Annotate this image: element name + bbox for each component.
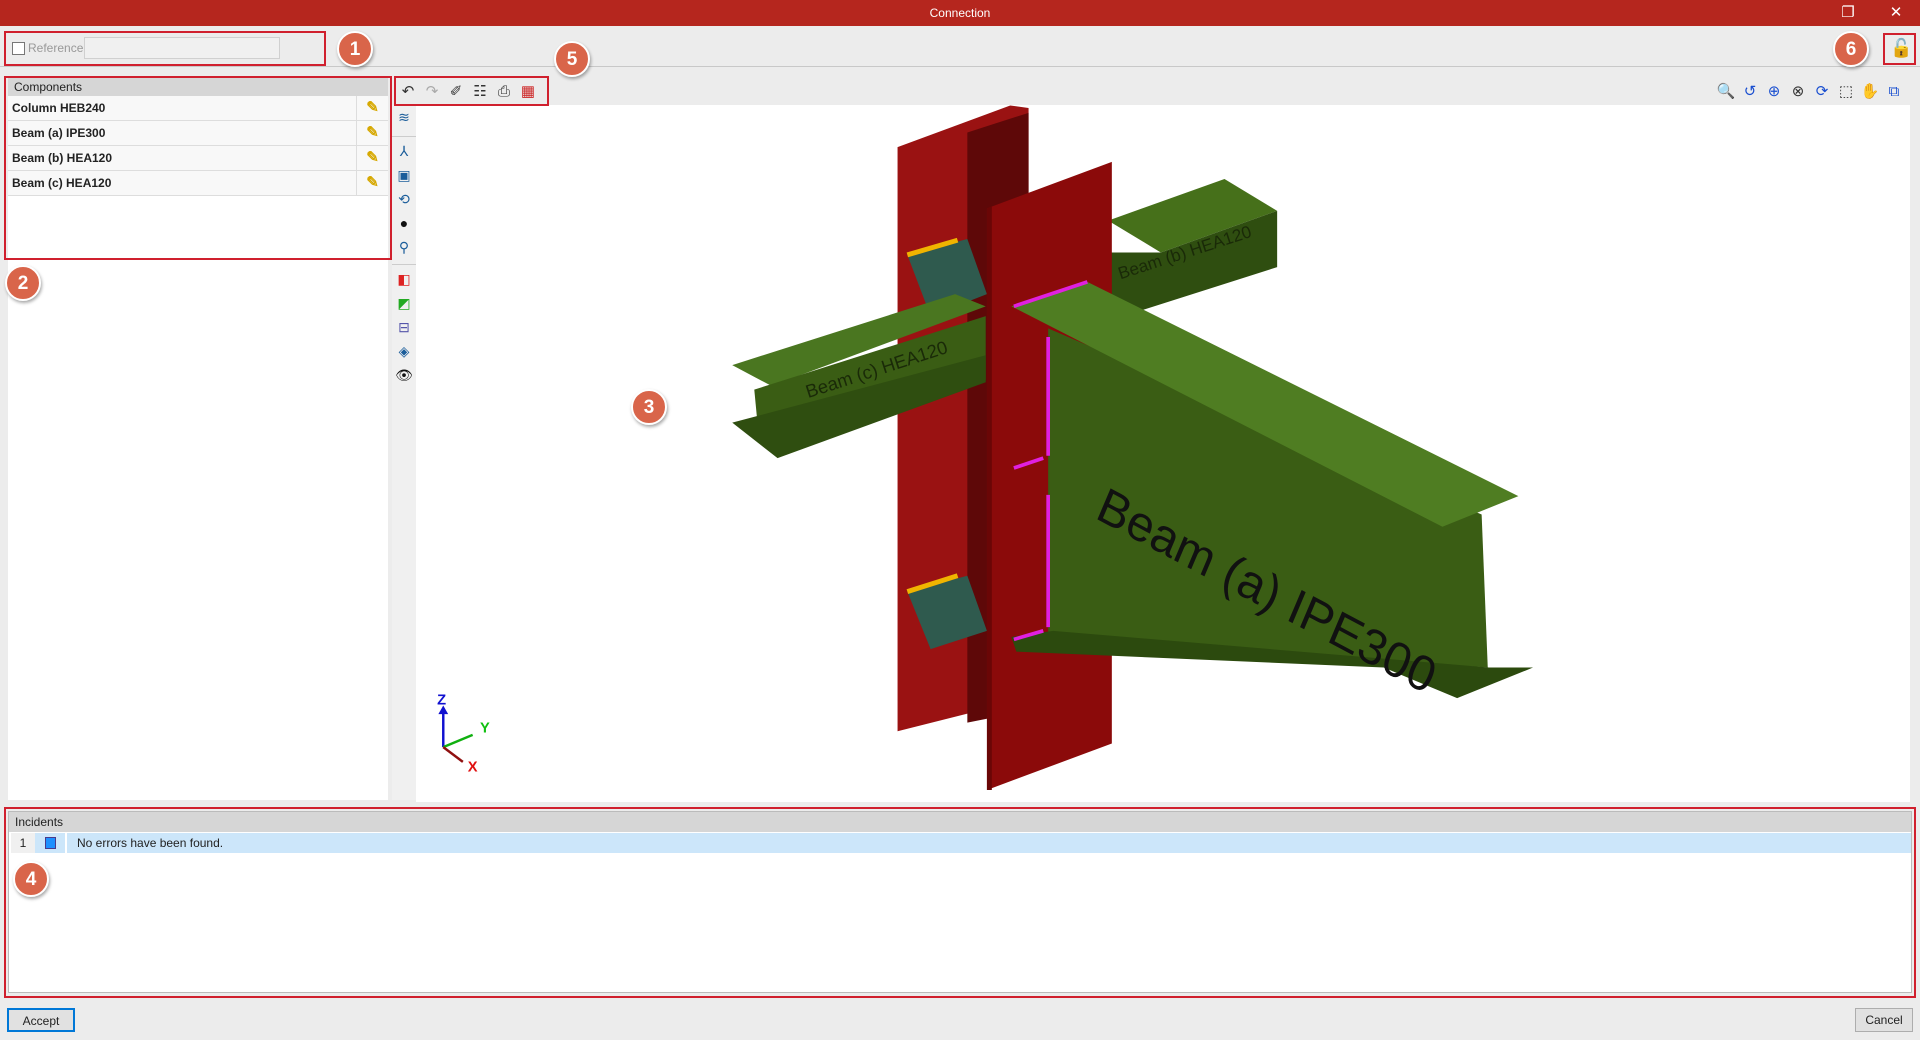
callout-6: 6 xyxy=(1833,31,1869,67)
info-icon xyxy=(35,833,65,853)
component-label: Beam (a) IPE300 xyxy=(12,126,106,140)
component-row[interactable]: Column HEB240 ✎ xyxy=(8,96,388,121)
cancel-button[interactable]: Cancel xyxy=(1855,1008,1913,1032)
search-icon[interactable]: 🔍 xyxy=(1714,80,1738,104)
horizontal-cut-icon[interactable]: ⊟ xyxy=(392,315,416,339)
lock-open-icon[interactable]: 🔓 xyxy=(1890,38,1912,59)
component-label: Beam (b) HEA120 xyxy=(12,151,113,165)
layers-3d-icon[interactable]: ◈ xyxy=(392,339,416,363)
callout-2: 2 xyxy=(5,265,41,301)
section-icon[interactable]: ◧ xyxy=(392,267,416,291)
magic-wand-icon[interactable]: ✐ xyxy=(444,80,468,104)
incident-number: 1 xyxy=(11,833,35,853)
orbit-icon[interactable]: ● xyxy=(392,211,416,235)
incident-row[interactable]: 1 No errors have been found. xyxy=(11,833,1911,853)
callout-4: 4 xyxy=(13,861,49,897)
cube-icon[interactable]: ▣ xyxy=(392,163,416,187)
callout-3: 3 xyxy=(631,389,667,425)
pivot-icon[interactable]: ⚲ xyxy=(392,235,416,259)
edit-toolbar: ↶ ↷ ✐ ☷ ⎙ ▦ xyxy=(396,80,540,104)
components-header: Components xyxy=(8,78,388,96)
incidents-panel: Incidents 1 No errors have been found. xyxy=(8,811,1912,993)
pan-hand-icon[interactable]: ✋ xyxy=(1858,80,1882,104)
components-panel: Components Column HEB240 ✎ Beam (a) IPE30… xyxy=(8,78,388,800)
zoom-previous-icon[interactable]: ↺ xyxy=(1738,80,1762,104)
component-row[interactable]: Beam (a) IPE300 ✎ xyxy=(8,121,388,146)
component-row[interactable]: Beam (b) HEA120 ✎ xyxy=(8,146,388,171)
callout-5: 5 xyxy=(554,41,590,77)
zoom-toolbar: 🔍 ↺ ⊕ ⊗ ⟳ ⬚ ✋ ⧉ xyxy=(1714,80,1906,104)
rotate-cube-icon[interactable]: ⟲ xyxy=(392,187,416,211)
layers-icon[interactable]: ≋ xyxy=(392,105,416,129)
component-label: Beam (c) HEA120 xyxy=(12,176,112,190)
pencil-icon[interactable]: ✎ xyxy=(356,146,388,170)
divider xyxy=(0,66,1920,67)
redraw-icon[interactable]: ⟳ xyxy=(1810,80,1834,104)
fit-view-icon[interactable]: ⧉ xyxy=(1882,80,1906,104)
component-label: Column HEB240 xyxy=(12,101,106,115)
reference-label: Reference xyxy=(28,41,84,55)
close-icon[interactable]: ✕ xyxy=(1876,0,1916,26)
incidents-header: Incidents xyxy=(9,812,1911,832)
restore-icon[interactable]: ❐ xyxy=(1828,0,1868,26)
accept-button[interactable]: Accept xyxy=(7,1008,75,1032)
component-row[interactable]: Beam (c) HEA120 ✎ xyxy=(8,171,388,196)
print-icon[interactable]: ⎙ xyxy=(492,80,516,104)
axes-icon[interactable]: ⅄ xyxy=(392,139,416,163)
callout-1: 1 xyxy=(337,31,373,67)
zoom-window-icon[interactable]: ⬚ xyxy=(1834,80,1858,104)
reference-checkbox[interactable] xyxy=(12,42,25,55)
pencil-icon[interactable]: ✎ xyxy=(356,96,388,120)
hide-icon[interactable]: 👁 xyxy=(392,363,416,387)
undo-icon[interactable]: ↶ xyxy=(396,80,420,104)
incident-message: No errors have been found. xyxy=(65,833,223,853)
pencil-icon[interactable]: ✎ xyxy=(356,121,388,145)
checklist-icon[interactable]: ☷ xyxy=(468,80,492,104)
title-bar: Connection xyxy=(0,0,1920,26)
zoom-extents-icon[interactable]: ⊕ xyxy=(1762,80,1786,104)
report-icon[interactable]: ▦ xyxy=(516,80,540,104)
window-title: Connection xyxy=(929,6,991,20)
redo-icon[interactable]: ↷ xyxy=(420,80,444,104)
plane-cut-icon[interactable]: ◩ xyxy=(392,291,416,315)
pencil-icon[interactable]: ✎ xyxy=(356,171,388,195)
zoom-x2-icon[interactable]: ⊗ xyxy=(1786,80,1810,104)
3d-viewport[interactable] xyxy=(416,105,1910,802)
view-toolbar: ≋ ⅄ ▣ ⟲ ● ⚲ ◧ ◩ ⊟ ◈ 👁 xyxy=(392,105,416,800)
reference-input[interactable] xyxy=(84,37,280,59)
